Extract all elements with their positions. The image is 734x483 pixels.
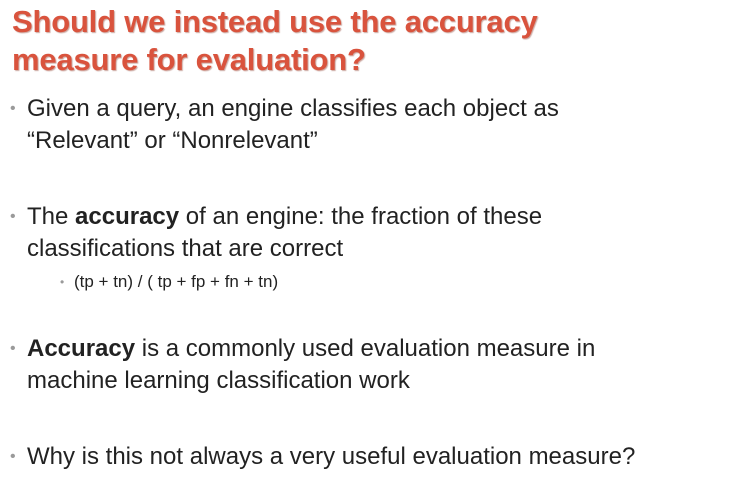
sub-bullet-marker: • [60, 275, 65, 289]
sub-bullet-formula: • (tp + tn) / ( tp + fp + fn + tn) [60, 271, 660, 293]
bullet-text-line-2: “Relevant” or “Nonrelevant” [27, 127, 318, 154]
bullet-text: Why is this not always a very useful eva… [27, 441, 720, 473]
slide-title-line-1: Should we instead use the accuracy [12, 4, 538, 39]
bullet-text-pre: The [27, 203, 76, 230]
bullet-marker: • [10, 100, 16, 117]
bullet-text-emphasis: accuracy [75, 203, 180, 230]
slide: Should we instead use the accuracy measu… [0, 0, 734, 483]
bullet-text-line-1: Why is this not always a very useful eva… [27, 443, 636, 470]
slide-title-line-2: measure for evaluation? [12, 42, 366, 77]
bullet-question: • Why is this not always a very useful e… [10, 441, 720, 473]
bullet-text-line-1: Given a query, an engine classifies each… [27, 95, 559, 122]
bullet-text-emphasis: Accuracy [27, 335, 136, 362]
bullet-accuracy-definition: • The accuracy of an engine: the fractio… [10, 201, 720, 265]
bullet-text: Given a query, an engine classifies each… [27, 93, 720, 157]
bullet-marker: • [10, 448, 16, 465]
bullet-text: Accuracy is a commonly used evaluation m… [27, 333, 720, 397]
bullet-marker: • [10, 340, 16, 357]
bullet-classification: • Given a query, an engine classifies ea… [10, 93, 720, 157]
sub-bullet-text: (tp + tn) / ( tp + fp + fn + tn) [74, 272, 279, 291]
bullet-text: The accuracy of an engine: the fraction … [27, 201, 720, 265]
bullet-text-post: of an engine: the fraction of these [179, 203, 543, 230]
bullet-text-line-2: machine learning classification work [27, 367, 410, 394]
bullet-accuracy-usage: • Accuracy is a commonly used evaluation… [10, 333, 720, 397]
bullet-marker: • [10, 208, 16, 225]
bullet-text-line-2: classifications that are correct [27, 235, 344, 262]
bullet-text-post: is a commonly used evaluation measure in [135, 335, 596, 362]
slide-title: Should we instead use the accuracy measu… [12, 3, 712, 79]
